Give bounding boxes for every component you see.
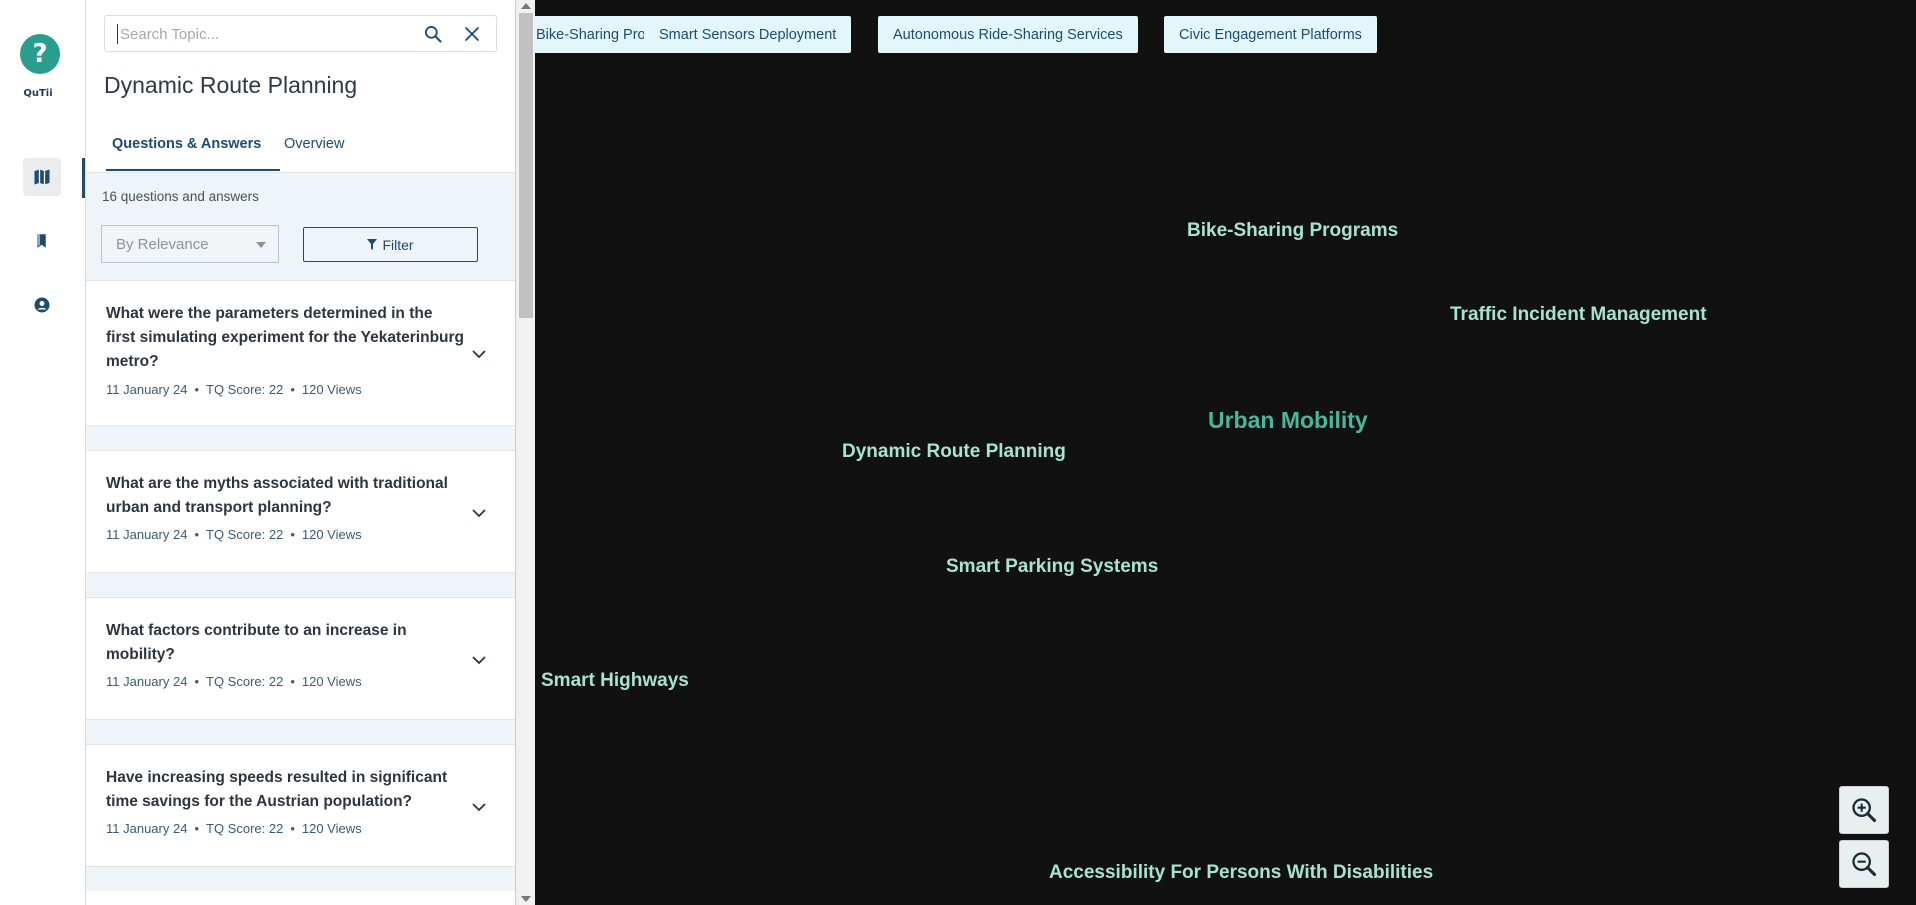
qa-separator: [86, 573, 515, 597]
qa-views: 120 Views: [301, 527, 362, 542]
filter-button[interactable]: Filter: [303, 227, 478, 262]
map-icon: [34, 169, 50, 185]
chevron-down-icon[interactable]: [471, 349, 487, 359]
panel-scrollbar[interactable]: [515, 0, 535, 905]
topic-title: Dynamic Route Planning: [104, 72, 358, 98]
rail-bookmark-button[interactable]: [23, 222, 61, 260]
sort-select-value: By Relevance: [116, 236, 209, 253]
app-logo[interactable]: ?: [20, 34, 60, 74]
account-icon: [34, 297, 50, 313]
tab-overview[interactable]: Overview: [284, 136, 344, 152]
rail-account-button[interactable]: [23, 286, 61, 324]
rail-active-indicator: [82, 158, 85, 198]
map-node-smart-parking[interactable]: Smart Parking Systems: [946, 556, 1158, 578]
qa-question: Have increasing speeds resulted in signi…: [106, 769, 448, 810]
qa-views: 120 Views: [301, 382, 362, 397]
qa-question: What were the parameters determined in t…: [106, 305, 465, 370]
qa-list: What were the parameters determined in t…: [86, 280, 515, 891]
qa-item[interactable]: Have increasing speeds resulted in signi…: [86, 744, 515, 867]
qa-question: What are the myths associated with tradi…: [106, 475, 448, 516]
sort-select[interactable]: By Relevance: [101, 225, 279, 263]
qa-date: 11 January 24: [106, 382, 188, 397]
map-node-smart-highways[interactable]: Smart Highways: [541, 670, 689, 692]
qa-date: 11 January 24: [106, 674, 188, 689]
topic-map-canvas[interactable]: Bike-Sharing Programs Smart Sensors Depl…: [535, 0, 1916, 905]
qa-meta: 11 January 24 • TQ Score: 22 • 120 Views: [106, 821, 362, 836]
qa-meta: 11 January 24 • TQ Score: 22 • 120 Views: [106, 382, 362, 397]
scroll-up-arrow-icon[interactable]: [521, 3, 531, 9]
map-node-traffic-incident[interactable]: Traffic Incident Management: [1450, 304, 1707, 326]
map-node-dynamic-route-planning[interactable]: Dynamic Route Planning: [842, 441, 1066, 463]
qa-item[interactable]: What are the myths associated with tradi…: [86, 450, 515, 573]
map-node-urban-mobility[interactable]: Urban Mobility: [1208, 407, 1368, 434]
chevron-down-icon[interactable]: [471, 802, 487, 812]
qa-meta: 11 January 24 • TQ Score: 22 • 120 Views: [106, 674, 362, 689]
bookmark-icon: [37, 234, 46, 248]
topic-chip-autonomous-ride-sharing[interactable]: Autonomous Ride-Sharing Services: [878, 16, 1138, 53]
qa-item[interactable]: What were the parameters determined in t…: [86, 280, 515, 426]
filter-button-label: Filter: [382, 236, 414, 253]
qa-meta: 11 January 24 • TQ Score: 22 • 120 Views: [106, 527, 362, 542]
zoom-in-icon: [1852, 798, 1877, 823]
search-input[interactable]: [117, 24, 407, 44]
search-box: [104, 15, 497, 52]
app-logo-text: QuTii: [23, 88, 53, 99]
chevron-down-icon[interactable]: [471, 508, 487, 518]
topic-panel: Dynamic Route Planning Questions & Answe…: [86, 0, 515, 905]
tab-questions-answers[interactable]: Questions & Answers: [112, 136, 261, 152]
filter-icon: [367, 239, 378, 250]
qa-separator: [86, 867, 515, 891]
qa-score: TQ Score: 22: [206, 821, 284, 836]
topic-chip-smart-sensors[interactable]: Smart Sensors Deployment: [644, 16, 852, 53]
left-rail: ? QuTii: [0, 0, 86, 905]
tab-bar: Questions & Answers Overview: [96, 126, 515, 171]
qa-score: TQ Score: 22: [206, 527, 284, 542]
qa-separator: [86, 720, 515, 744]
rail-map-button[interactable]: [23, 158, 61, 196]
qa-date: 11 January 24: [106, 527, 188, 542]
qa-views: 120 Views: [301, 674, 362, 689]
map-node-accessibility[interactable]: Accessibility For Persons With Disabilit…: [1049, 862, 1433, 884]
qa-question: What factors contribute to an increase i…: [106, 622, 407, 663]
caret-down-icon: [256, 242, 266, 248]
search-icon[interactable]: [423, 24, 443, 44]
qa-item[interactable]: What factors contribute to an increase i…: [86, 597, 515, 720]
qa-views: 120 Views: [301, 821, 362, 836]
zoom-out-icon: [1852, 852, 1877, 877]
active-tab-indicator: [106, 169, 280, 171]
close-icon[interactable]: [463, 25, 481, 43]
scroll-down-arrow-icon[interactable]: [521, 896, 531, 902]
qa-count: 16 questions and answers: [102, 189, 259, 204]
chevron-down-icon[interactable]: [471, 655, 487, 665]
qa-score: TQ Score: 22: [206, 382, 284, 397]
zoom-in-button[interactable]: [1839, 786, 1889, 834]
zoom-out-button[interactable]: [1839, 840, 1889, 888]
scrollbar-thumb[interactable]: [519, 13, 533, 318]
qa-score: TQ Score: 22: [206, 674, 284, 689]
qa-date: 11 January 24: [106, 821, 188, 836]
topic-chip-civic-engagement[interactable]: Civic Engagement Platforms: [1164, 16, 1377, 53]
qa-separator: [86, 426, 515, 450]
map-node-bike-sharing[interactable]: Bike-Sharing Programs: [1187, 220, 1398, 242]
qa-toolbar: 16 questions and answers By Relevance Fi…: [86, 172, 515, 280]
